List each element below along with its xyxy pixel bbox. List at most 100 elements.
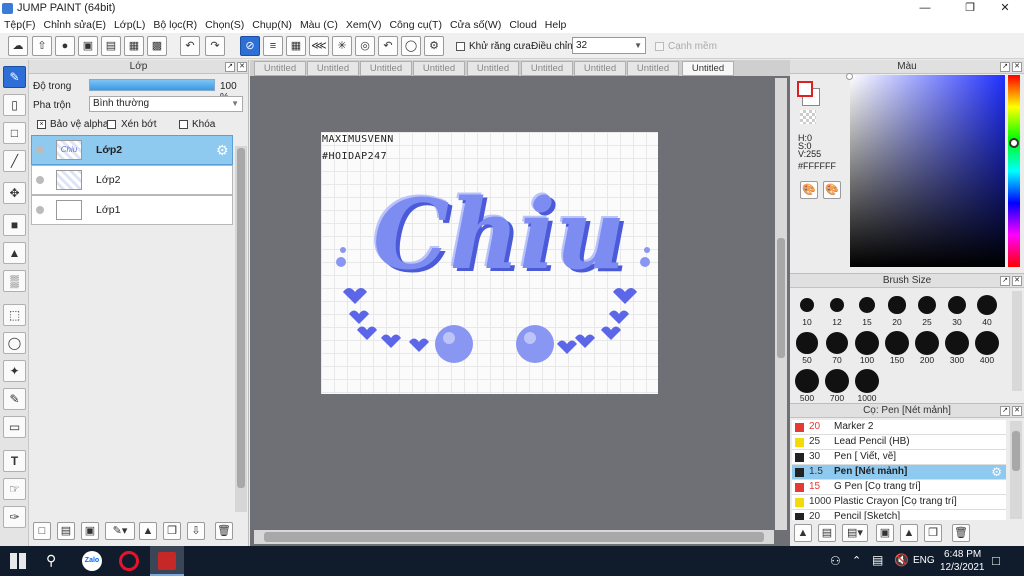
scrollbar-thumb[interactable] <box>777 238 785 358</box>
bucket-tool-icon[interactable]: ▲ <box>3 242 26 264</box>
move-tool-icon[interactable]: ✥ <box>3 182 26 204</box>
brush-list-item[interactable]: 15 G Pen [Cọ trang trí] <box>792 480 1006 495</box>
scrollbar-thumb[interactable] <box>1012 431 1020 471</box>
rectangle-tool-icon[interactable]: □ <box>3 122 26 144</box>
brush-size-option[interactable]: 15 <box>852 291 882 327</box>
undo-icon[interactable]: ↶ <box>180 36 200 56</box>
brush-list-item[interactable]: 25 Lead Pencil (HB) <box>792 435 1006 450</box>
foreground-color-swatch[interactable] <box>797 81 813 97</box>
brush-list-item[interactable]: 20 Marker 2 <box>792 420 1006 435</box>
menu-color[interactable]: Màu (C) <box>296 17 342 33</box>
panel-close-icon[interactable]: ✕ <box>237 62 247 72</box>
visibility-icon[interactable] <box>36 146 44 154</box>
brush-size-option[interactable]: 50 <box>792 329 822 365</box>
brush-add-icon[interactable]: ▲ <box>794 524 812 542</box>
menu-filter[interactable]: Bộ lọc(R) <box>149 17 201 33</box>
brush-list-item[interactable]: 1.5 Pen [Nét mảnh] ⚙ <box>792 465 1006 480</box>
radial-icon[interactable]: ✳ <box>332 36 352 56</box>
merge-layer-icon[interactable]: ⇩ <box>187 522 205 540</box>
tab-untitled[interactable]: Untitled <box>574 61 626 76</box>
folder-icon[interactable]: ▲ <box>139 522 157 540</box>
brush-size-option[interactable]: 500 <box>792 367 822 403</box>
brush-size-option[interactable]: 150 <box>882 329 912 365</box>
tab-untitled[interactable]: Untitled <box>521 61 573 76</box>
panel-popout-icon[interactable]: ↗ <box>225 62 235 72</box>
color-saturation-value-picker[interactable] <box>850 75 1005 267</box>
add-layer-menu-icon[interactable]: ✎▾ <box>105 522 135 540</box>
brush-tool-icon[interactable]: ✎ <box>3 66 26 88</box>
panel-close-icon[interactable]: ✕ <box>1012 62 1022 72</box>
brush-size-option[interactable]: 30 <box>942 291 972 327</box>
clip-checkbox[interactable] <box>107 120 116 129</box>
brush-size-option[interactable]: 10 <box>792 291 822 327</box>
color-picker-cursor[interactable] <box>846 73 853 80</box>
visibility-icon[interactable] <box>36 176 44 184</box>
language-indicator[interactable]: ENG <box>913 555 935 566</box>
people-icon[interactable]: ⚇ <box>830 554 841 568</box>
line-tool-icon[interactable]: ╱ <box>3 150 26 172</box>
layer-scrollbar[interactable] <box>235 146 247 512</box>
drawing-canvas[interactable]: MAXIMUSVENN #HOIDAP247 Chiu <box>321 132 658 394</box>
select-pen-tool-icon[interactable]: ✎ <box>3 388 26 410</box>
magic-wand-tool-icon[interactable]: ✦ <box>3 360 26 382</box>
comment-icon[interactable]: ▣ <box>78 36 98 56</box>
menu-help[interactable]: Help <box>541 17 571 33</box>
panel-popout-icon[interactable]: ↗ <box>1000 276 1010 286</box>
eraser-tool-icon[interactable]: ▯ <box>3 94 26 116</box>
page-icon[interactable]: ▤ <box>101 36 121 56</box>
brush-folder-icon[interactable]: ▲ <box>900 524 918 542</box>
gradient-tool-icon[interactable]: ▒ <box>3 270 26 292</box>
panel-popout-icon[interactable]: ↗ <box>1000 406 1010 416</box>
brush-menu-icon[interactable]: ▤▾ <box>842 524 868 542</box>
canvas-vertical-scrollbar[interactable] <box>775 78 787 530</box>
lasso-tool-icon[interactable]: ◯ <box>3 332 26 354</box>
brush-list-scrollbar[interactable] <box>1010 421 1022 519</box>
duplicate-layer-icon[interactable]: ❐ <box>163 522 181 540</box>
brush-duplicate-icon[interactable]: ❐ <box>924 524 942 542</box>
brush-size-option[interactable]: 1000 <box>852 367 882 403</box>
brush-size-option[interactable]: 400 <box>972 329 1002 365</box>
speech-bubble-icon[interactable]: ● <box>55 36 75 56</box>
windows-start-icon[interactable] <box>10 553 26 569</box>
text-tool-icon[interactable]: T <box>3 450 26 472</box>
brush-size-option[interactable]: 700 <box>822 367 852 403</box>
fill-rect-tool-icon[interactable]: ■ <box>3 214 26 236</box>
layer-row[interactable]: Lớp1 <box>31 195 233 225</box>
brush-settings-gear-icon[interactable]: ⚙ <box>991 465 1002 479</box>
curve-ruler-icon[interactable]: ↶ <box>378 36 398 56</box>
no-guide-icon[interactable]: ⊘ <box>240 36 260 56</box>
scrollbar-thumb[interactable] <box>264 532 764 542</box>
brush-list-item[interactable]: 20 Pencil [Sketch] <box>792 510 1006 520</box>
grid-ruler-icon[interactable]: ▦ <box>286 36 306 56</box>
menu-view[interactable]: Xem(V) <box>342 17 386 33</box>
brush-size-option[interactable]: 12 <box>822 291 852 327</box>
brush-page-icon[interactable]: ▣ <box>876 524 894 542</box>
brush-size-scrollbar[interactable] <box>1012 291 1022 391</box>
panel-icon[interactable]: ▦ <box>124 36 144 56</box>
opacity-slider[interactable] <box>89 79 215 91</box>
hand-tool-icon[interactable]: ☞ <box>3 478 26 500</box>
zalo-app-icon[interactable]: Zalo <box>82 551 102 571</box>
tab-untitled[interactable]: Untitled <box>254 61 306 76</box>
ruler-settings-icon[interactable]: ⚙ <box>424 36 444 56</box>
menu-layer[interactable]: Lớp(L) <box>110 17 149 33</box>
perspective-icon[interactable]: ⋘ <box>309 36 329 56</box>
brush-size-option[interactable]: 70 <box>822 329 852 365</box>
blend-mode-select[interactable]: Bình thường ▼ <box>89 96 243 112</box>
clock-time[interactable]: 6:48 PM <box>944 549 981 560</box>
search-icon[interactable]: ⚲ <box>46 552 56 569</box>
network-icon[interactable]: ▤ <box>872 553 883 567</box>
new-layer-icon[interactable]: □ <box>33 522 51 540</box>
brush-size-option[interactable]: 100 <box>852 329 882 365</box>
menu-cloud[interactable]: Cloud <box>505 17 540 33</box>
concentric-icon[interactable]: ◎ <box>355 36 375 56</box>
hue-slider-handle[interactable] <box>1009 138 1019 148</box>
tab-untitled[interactable]: Untitled <box>307 61 359 76</box>
menu-capture[interactable]: Chụp(N) <box>248 17 296 33</box>
layer-row[interactable]: Lớp2 <box>31 165 233 195</box>
menu-tools[interactable]: Công cụ(T) <box>385 17 446 33</box>
export-icon[interactable]: ⇧ <box>32 36 52 56</box>
panel-close-icon[interactable]: ✕ <box>1012 406 1022 416</box>
brush-size-option[interactable]: 300 <box>942 329 972 365</box>
rect-select-tool-icon[interactable]: ⬚ <box>3 304 26 326</box>
